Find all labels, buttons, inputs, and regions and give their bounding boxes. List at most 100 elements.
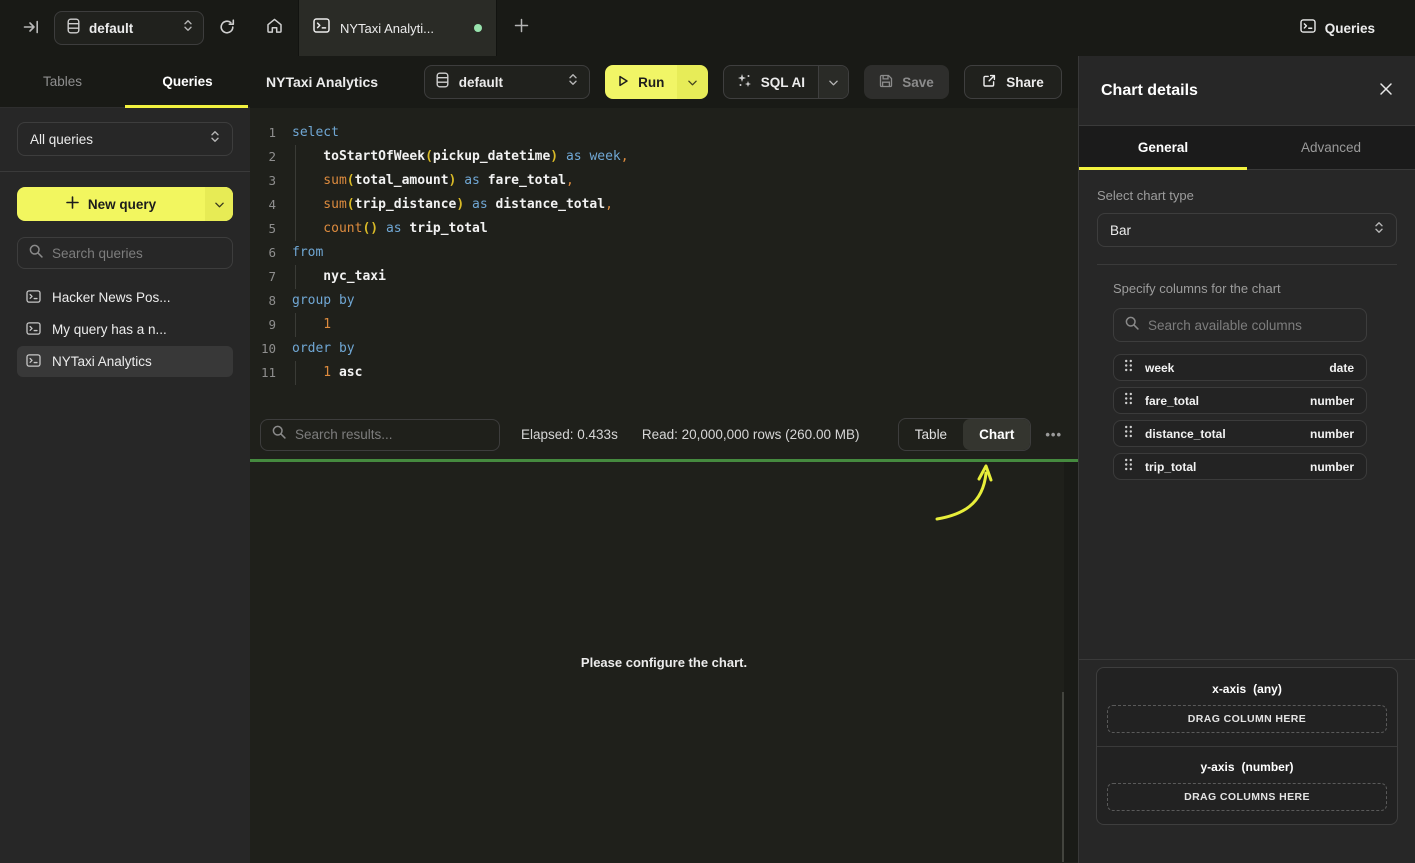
search-icon (272, 425, 286, 444)
sql-editor[interactable]: 1select2 toStartOfWeek(pickup_datetime) … (250, 108, 1078, 410)
more-options-icon[interactable]: ••• (1045, 427, 1062, 442)
rows-read-stat: Read: 20,000,000 rows (260.00 MB) (642, 427, 860, 442)
share-button[interactable]: Share (964, 65, 1062, 99)
code-line[interactable]: 8group by (250, 289, 1078, 313)
query-tab-nytaxi[interactable]: NYTaxi Analyti... (298, 0, 497, 56)
main-area: NYTaxi Analytics default (250, 56, 1078, 863)
plus-icon (514, 18, 529, 38)
new-query-label: New query (88, 197, 156, 212)
code-line[interactable]: 7 nyc_taxi (250, 265, 1078, 289)
view-tab-chart[interactable]: Chart (963, 419, 1030, 450)
column-name: distance_total (1145, 427, 1298, 441)
chart-area: Please configure the chart. (250, 462, 1078, 862)
y-axis-dropzone[interactable]: DRAG COLUMNS HERE (1107, 783, 1387, 811)
run-button[interactable]: Run (605, 65, 708, 99)
tab-general[interactable]: General (1079, 126, 1247, 169)
query-list-item[interactable]: NYTaxi Analytics (17, 346, 233, 377)
sidebar: Tables Queries All queries New query (0, 56, 250, 863)
home-icon (265, 16, 284, 40)
run-button-main[interactable]: Run (605, 65, 677, 99)
column-chips: week date fare_totalnumber distance_total nu… (1113, 354, 1367, 480)
line-number: 11 (250, 361, 276, 385)
new-query-main[interactable]: New query (17, 187, 205, 221)
code-line[interactable]: 9 1 (250, 313, 1078, 337)
line-number: 3 (250, 169, 276, 193)
top-bar-left: default (0, 0, 250, 56)
code-line[interactable]: 11 1 asc (250, 361, 1078, 385)
main-header: NYTaxi Analytics default (250, 56, 1078, 108)
x-axis-label: x-axis(any) (1107, 682, 1387, 696)
code-line[interactable]: 3 sum(total_amount) as fare_total, (250, 169, 1078, 193)
view-tab-table[interactable]: Table (899, 419, 963, 450)
collapse-sidebar-button[interactable] (22, 18, 40, 39)
code-line[interactable]: 5 count() as trip_total (250, 217, 1078, 241)
x-axis-dropzone[interactable]: DRAG COLUMN HERE (1107, 705, 1387, 733)
line-number: 9 (250, 313, 276, 337)
page-title: NYTaxi Analytics (266, 74, 378, 90)
tab-advanced[interactable]: Advanced (1247, 126, 1415, 169)
y-axis-section: y-axis(number) DRAG COLUMNS HERE (1097, 746, 1397, 824)
queries-terminal-icon (1300, 19, 1316, 38)
column-chip-week[interactable]: week date (1113, 354, 1367, 381)
query-item-label: NYTaxi Analytics (52, 354, 152, 369)
column-name: week (1145, 361, 1317, 375)
topbar-database-selector[interactable]: default (54, 11, 204, 45)
close-panel-button[interactable] (1379, 82, 1393, 99)
results-search[interactable] (260, 419, 500, 451)
search-icon (29, 244, 43, 263)
code-line[interactable]: 10order by (250, 337, 1078, 361)
drag-handle-icon (1124, 359, 1133, 377)
sql-ai-dropdown[interactable] (818, 66, 848, 98)
code-line[interactable]: 2 toStartOfWeek(pickup_datetime) as week… (250, 145, 1078, 169)
y-axis-label: y-axis(number) (1107, 760, 1387, 774)
column-chip-fare_total[interactable]: fare_totalnumber (1113, 387, 1367, 414)
query-terminal-icon (26, 322, 41, 338)
code-line[interactable]: 4 sum(trip_distance) as distance_total, (250, 193, 1078, 217)
chevron-down-icon (215, 195, 224, 213)
database-icon (67, 18, 80, 39)
new-query-dropdown[interactable] (205, 187, 233, 221)
query-list-item[interactable]: Hacker News Pos... (17, 282, 233, 313)
sidebar-tabs: Tables Queries (0, 56, 250, 108)
query-search-input[interactable] (52, 246, 221, 261)
query-list-item[interactable]: My query has a n... (17, 314, 233, 345)
new-query-button[interactable]: New query (17, 187, 233, 221)
axes-box: x-axis(any) DRAG COLUMN HERE y-axis(numb… (1096, 667, 1398, 825)
code-line[interactable]: 1select (250, 121, 1078, 145)
column-chip-distance_total[interactable]: distance_total number (1113, 420, 1367, 447)
drag-handle-icon (1124, 425, 1133, 443)
code-line[interactable]: 6from (250, 241, 1078, 265)
queries-shortcut[interactable]: Queries (1300, 0, 1415, 56)
line-number: 4 (250, 193, 276, 217)
drag-handle-icon (1124, 392, 1133, 410)
query-terminal-icon (26, 354, 41, 370)
query-terminal-icon (313, 18, 330, 38)
save-button[interactable]: Save (864, 65, 949, 99)
refresh-icon (218, 18, 236, 39)
query-filter-select[interactable]: All queries (17, 122, 233, 156)
query-search[interactable] (17, 237, 233, 269)
columns-search[interactable] (1113, 308, 1367, 342)
sidebar-tab-tables[interactable]: Tables (0, 56, 125, 107)
column-chip-trip_total[interactable]: trip_totalnumber (1113, 453, 1367, 480)
sql-ai-button[interactable]: SQL AI (723, 65, 849, 99)
home-tab[interactable] (250, 0, 298, 56)
refresh-button[interactable] (218, 18, 236, 39)
play-icon (617, 75, 629, 90)
sidebar-tab-queries[interactable]: Queries (125, 56, 250, 107)
results-toolbar: Elapsed: 0.433s Read: 20,000,000 rows (2… (250, 410, 1078, 459)
chart-scrollbar-thumb[interactable] (1062, 692, 1064, 862)
column-type: number (1310, 427, 1354, 441)
columns-search-input[interactable] (1148, 318, 1355, 333)
sql-ai-main[interactable]: SQL AI (724, 66, 818, 98)
column-type: date (1329, 361, 1354, 375)
chart-scrollbar-gutter (1064, 462, 1078, 862)
column-name: fare_total (1145, 394, 1298, 408)
queries-shortcut-label: Queries (1325, 21, 1375, 36)
chart-type-select[interactable]: Bar (1097, 213, 1397, 247)
results-search-input[interactable] (295, 427, 488, 442)
run-label: Run (638, 75, 664, 90)
run-options-dropdown[interactable] (677, 65, 708, 99)
toolbar-database-selector[interactable]: default (424, 65, 590, 99)
new-tab-button[interactable] (497, 0, 545, 56)
